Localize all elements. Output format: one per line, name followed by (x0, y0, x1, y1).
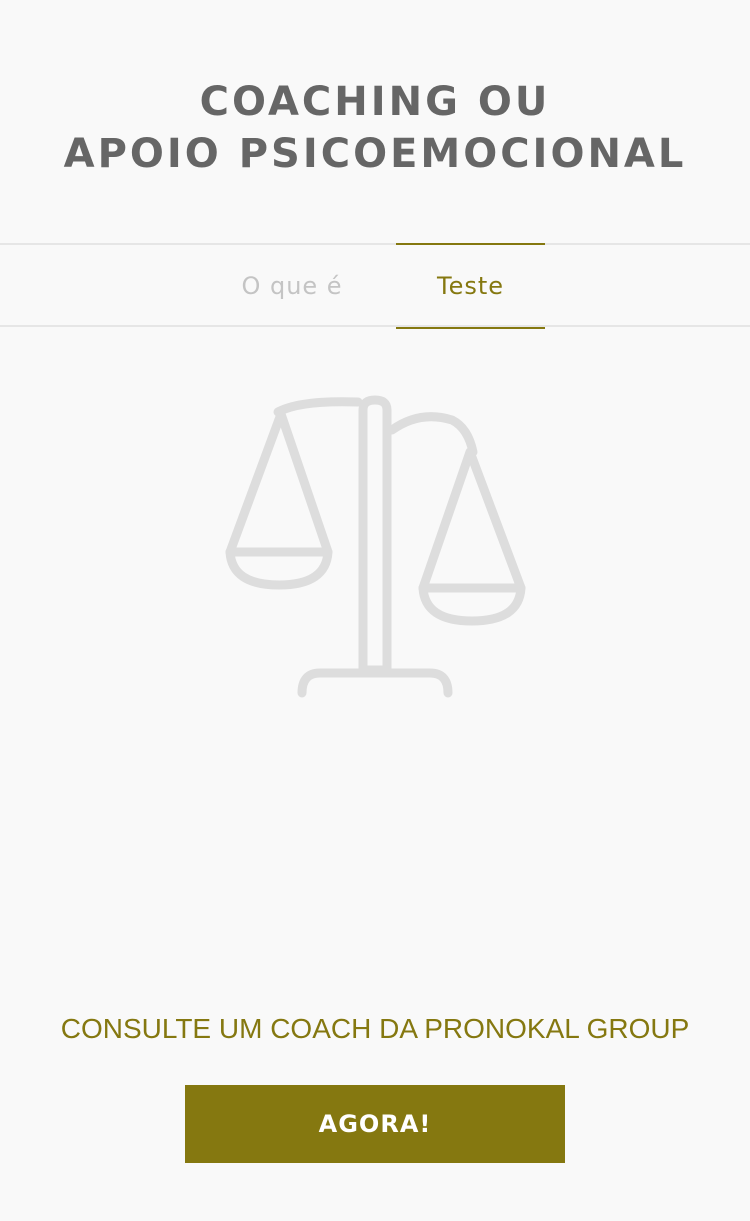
consult-coach-text: CONSULTE UM COACH DA PRONOKAL GROUP (60, 1013, 690, 1044)
page-title-line-2: APOIO PSICOEMOCIONAL (63, 131, 687, 177)
scales-of-justice-icon (225, 395, 526, 698)
page-title: COACHING OU APOIO PSICOEMOCIONAL (0, 76, 750, 180)
page-title-line-1: COACHING OU (199, 79, 551, 125)
tab-test[interactable]: Teste (396, 243, 545, 329)
tab-what-is[interactable]: O que é (212, 243, 372, 329)
tab-bar: O que é Teste (0, 243, 750, 329)
now-button[interactable]: AGORA! (185, 1085, 565, 1163)
